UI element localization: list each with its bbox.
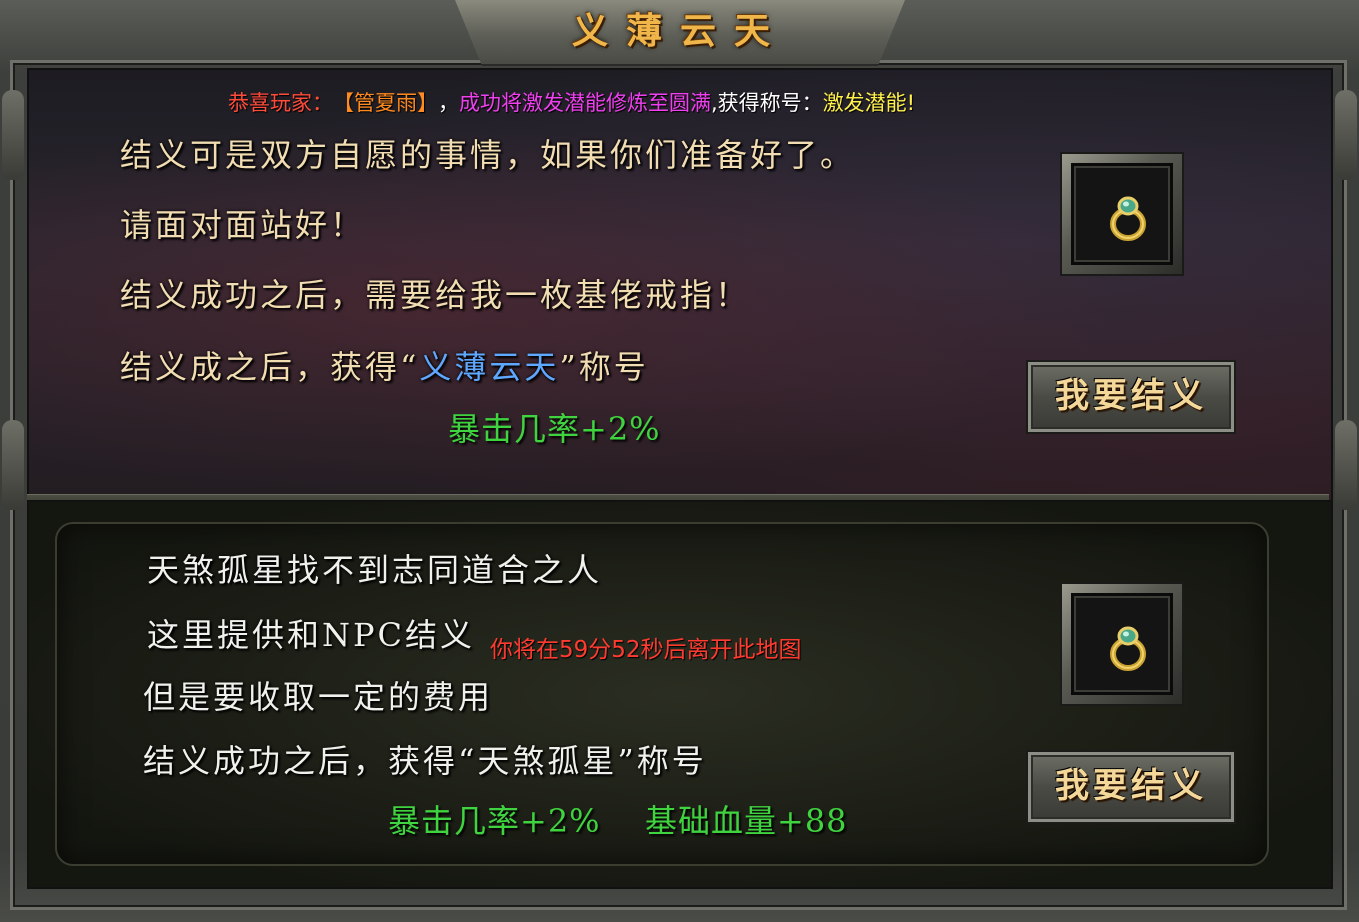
item-slot-inner (1071, 593, 1173, 695)
announce-gained: ,获得称号： (711, 91, 823, 115)
bottom-bonus-hp: 基础血量+88 (645, 802, 848, 840)
bottom-line-2: 这里提供和NPC结义 (147, 616, 476, 654)
map-leave-countdown: 你将在59分52秒后离开此地图 (490, 637, 802, 663)
sworn-brother-button[interactable]: 我要结义 (1026, 360, 1236, 434)
bottom-line-1: 天煞孤星找不到志同道合之人 (147, 551, 603, 589)
announce-achievement: 成功将激发潜能修炼至圆满 (459, 91, 711, 115)
top-line-1: 结义可是双方自愿的事情，如果你们准备好了。 (120, 136, 856, 174)
item-slot[interactable] (1060, 152, 1184, 276)
ring-icon (1110, 196, 1146, 241)
top-line-4-post: ”称号 (559, 348, 649, 386)
announce-prefix: 恭喜玩家： (228, 91, 333, 115)
system-announcement: 恭喜玩家：【管夏雨】，成功将激发潜能修炼至圆满,获得称号：激发潜能! (228, 86, 915, 120)
bottom-line-3: 但是要收取一定的费用 (143, 678, 494, 716)
title-name-highlight: 义薄云天 (419, 348, 560, 386)
item-slot[interactable] (1060, 582, 1184, 706)
dialog-title: 义薄云天 (571, 10, 788, 52)
announce-honor: 激发潜能! (822, 91, 916, 115)
top-bonus-crit: 暴击几率+2% (448, 410, 661, 448)
item-slot-inner (1071, 163, 1173, 265)
top-line-3: 结义成功之后，需要给我一枚基佬戒指！ (120, 276, 751, 314)
left-ornament (2, 420, 24, 510)
bottom-line-4: 结义成功之后，获得“天煞孤星”称号 (143, 742, 707, 780)
announce-comma: ， (438, 91, 459, 115)
announce-player: 【管夏雨】 (333, 91, 438, 115)
top-line-4: 结义成之后，获得“义薄云天”称号 (120, 342, 649, 388)
right-ornament (1335, 90, 1357, 180)
left-ornament (2, 90, 24, 180)
top-line-4-pre: 结义成之后，获得“ (120, 348, 420, 386)
ring-icon (1110, 626, 1146, 671)
npc-sworn-brother-button[interactable]: 我要结义 (1026, 750, 1236, 824)
bottom-bonus-crit: 暴击几率+2% (388, 802, 601, 840)
right-ornament (1335, 420, 1357, 510)
top-line-2: 请面对面站好！ (120, 206, 366, 244)
